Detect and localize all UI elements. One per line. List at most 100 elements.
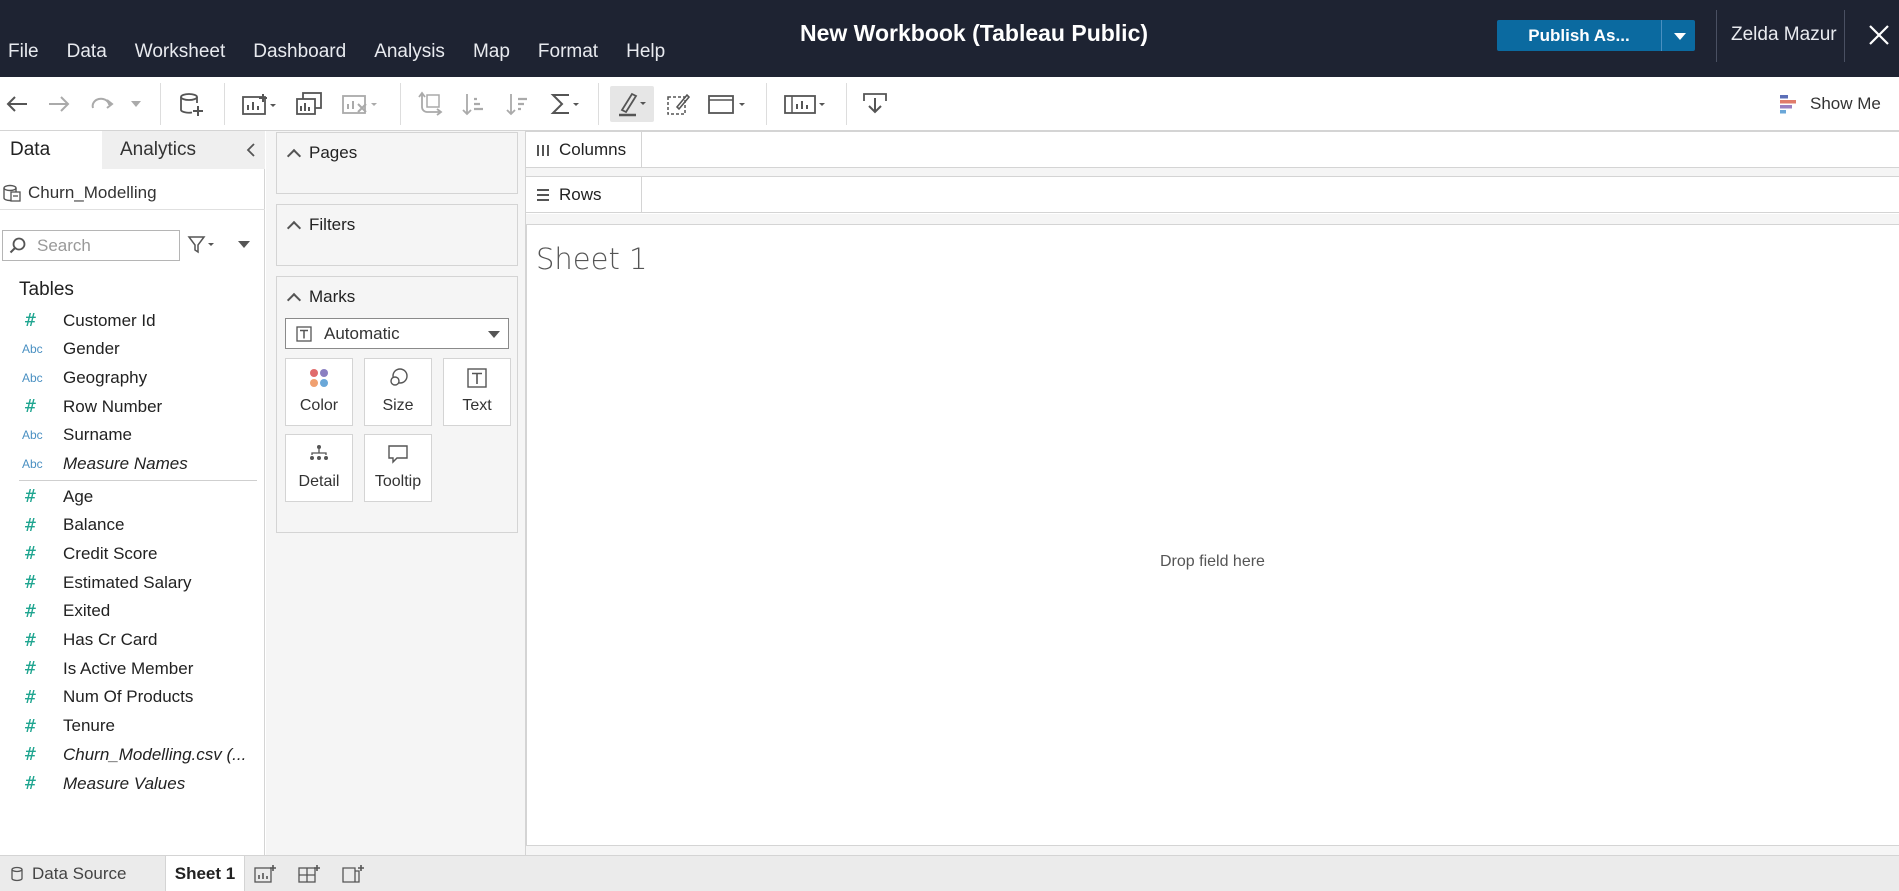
tooltip-button[interactable]: Tooltip [364, 434, 432, 502]
field-item[interactable]: # Customer Id [0, 307, 265, 334]
chevron-down-icon[interactable] [128, 90, 144, 118]
field-item[interactable]: Abc Gender [0, 336, 265, 363]
chevron-up-icon[interactable] [286, 148, 302, 163]
field-name: Exited [63, 601, 111, 621]
numeric-field-icon: # [25, 572, 36, 594]
marks-card: Marks Automatic Color Size Text Detail T… [276, 276, 518, 533]
numeric-field-icon: # [25, 600, 36, 622]
chevron-down-icon [488, 331, 500, 338]
field-name: Measure Values [63, 773, 186, 793]
fit-view-icon[interactable] [706, 90, 748, 118]
sheet-view[interactable]: Sheet 1 Drop field here [526, 224, 1899, 846]
presentation-mode-icon[interactable] [860, 90, 890, 118]
new-dashboard-tab-button[interactable] [292, 862, 328, 886]
field-item[interactable]: # Tenure [0, 713, 265, 740]
menu-analysis[interactable]: Analysis [366, 40, 453, 64]
sheet-1-tab[interactable]: Sheet 1 [165, 856, 245, 891]
columns-shelf[interactable]: Columns [526, 131, 1899, 168]
user-name[interactable]: Zelda Mazur [1731, 24, 1837, 46]
search-input[interactable] [37, 235, 167, 256]
detail-label: Detail [298, 473, 340, 490]
new-story-tab-button[interactable] [336, 862, 372, 886]
size-button[interactable]: Size [364, 358, 432, 426]
field-item[interactable]: # Exited [0, 598, 265, 625]
group-members-icon[interactable] [664, 90, 692, 118]
numeric-field-icon: # [25, 715, 36, 737]
field-item[interactable]: # Num Of Products [0, 684, 265, 711]
publish-dropdown-button[interactable] [1661, 20, 1695, 51]
chevron-up-icon[interactable] [286, 292, 302, 307]
tooltip-label: Tooltip [374, 473, 422, 490]
field-name: Geography [63, 367, 148, 387]
show-me-button[interactable]: Show Me [1778, 90, 1881, 118]
sort-descending-icon[interactable] [504, 90, 532, 118]
highlight-icon[interactable] [610, 86, 654, 122]
string-field-icon: Abc [22, 457, 43, 471]
field-item[interactable]: # Is Active Member [0, 655, 265, 682]
collapse-pane-icon[interactable] [244, 142, 258, 158]
filters-card[interactable]: Filters [276, 204, 518, 266]
divider [846, 83, 847, 125]
data-source-tab[interactable]: Data Source [0, 856, 165, 891]
sort-ascending-icon[interactable] [460, 90, 488, 118]
field-item[interactable]: # Credit Score [0, 540, 265, 567]
detail-button[interactable]: Detail [285, 434, 353, 502]
field-item[interactable]: # Has Cr Card [0, 627, 265, 654]
duplicate-sheet-icon[interactable] [294, 90, 324, 118]
numeric-field-icon: # [25, 773, 36, 794]
totals-sigma-icon[interactable] [548, 90, 582, 118]
tab-analytics[interactable]: Analytics [102, 131, 265, 169]
field-item[interactable]: # Estimated Salary [0, 569, 265, 596]
new-data-source-icon[interactable] [176, 90, 206, 118]
field-item[interactable]: # Row Number [0, 393, 265, 420]
sheet-title[interactable]: Sheet 1 [536, 242, 648, 276]
data-source-tab-label: Data Source [32, 863, 127, 883]
field-item[interactable]: # Churn_Modelling.csv (... [0, 741, 265, 768]
datasource-item[interactable]: Churn_Modelling [0, 176, 265, 210]
pane-menu-chevron-down-icon[interactable] [238, 241, 250, 248]
close-icon[interactable] [1866, 22, 1892, 48]
divider [1844, 10, 1845, 62]
redo-icon[interactable] [46, 90, 72, 118]
field-item[interactable]: Abc Surname [0, 422, 265, 449]
replay-icon[interactable] [88, 90, 118, 118]
field-item[interactable]: Abc Geography [0, 364, 265, 391]
toolbar: Show Me [0, 77, 1899, 131]
mark-type-dropdown[interactable]: Automatic [285, 318, 509, 349]
divider [766, 83, 767, 125]
numeric-field-icon: # [25, 629, 36, 651]
pages-card[interactable]: Pages [276, 132, 518, 194]
clear-sheet-icon[interactable] [340, 90, 380, 118]
menu-format[interactable]: Format [530, 40, 606, 64]
field-name: Balance [63, 515, 125, 535]
menu-dashboard[interactable]: Dashboard [245, 40, 354, 64]
rows-shelf[interactable]: Rows [526, 176, 1899, 213]
field-item[interactable]: Abc Measure Names [0, 451, 265, 478]
menu-map[interactable]: Map [465, 40, 518, 64]
menu-worksheet[interactable]: Worksheet [127, 40, 233, 64]
new-worksheet-tab-button[interactable] [248, 862, 284, 886]
undo-icon[interactable] [4, 90, 30, 118]
field-item[interactable]: # Age [0, 483, 265, 510]
field-item[interactable]: # Measure Values [0, 770, 265, 797]
tab-data[interactable]: Data [0, 131, 102, 169]
color-button[interactable]: Color [285, 358, 353, 426]
swap-rows-columns-icon[interactable] [416, 90, 444, 118]
menu-file[interactable]: File [0, 40, 47, 64]
search-icon [9, 237, 26, 253]
chevron-up-icon[interactable] [286, 220, 302, 235]
color-icon [310, 369, 328, 387]
field-item[interactable]: # Balance [0, 512, 265, 539]
new-worksheet-icon[interactable] [240, 90, 278, 118]
menu-data[interactable]: Data [59, 40, 115, 64]
divider [1716, 10, 1717, 62]
show-hide-cards-icon[interactable] [782, 90, 828, 118]
color-label: Color [299, 397, 339, 414]
publish-as-button[interactable]: Publish As... [1497, 20, 1661, 51]
text-button[interactable]: Text [443, 358, 511, 426]
tables-heading: Tables [19, 279, 74, 300]
filter-icon[interactable] [187, 234, 217, 256]
cards-pane: Pages Filters Marks Automatic Color Size… [266, 131, 526, 855]
menu-help[interactable]: Help [618, 40, 673, 64]
rows-shelf-label: Rows [526, 177, 642, 212]
